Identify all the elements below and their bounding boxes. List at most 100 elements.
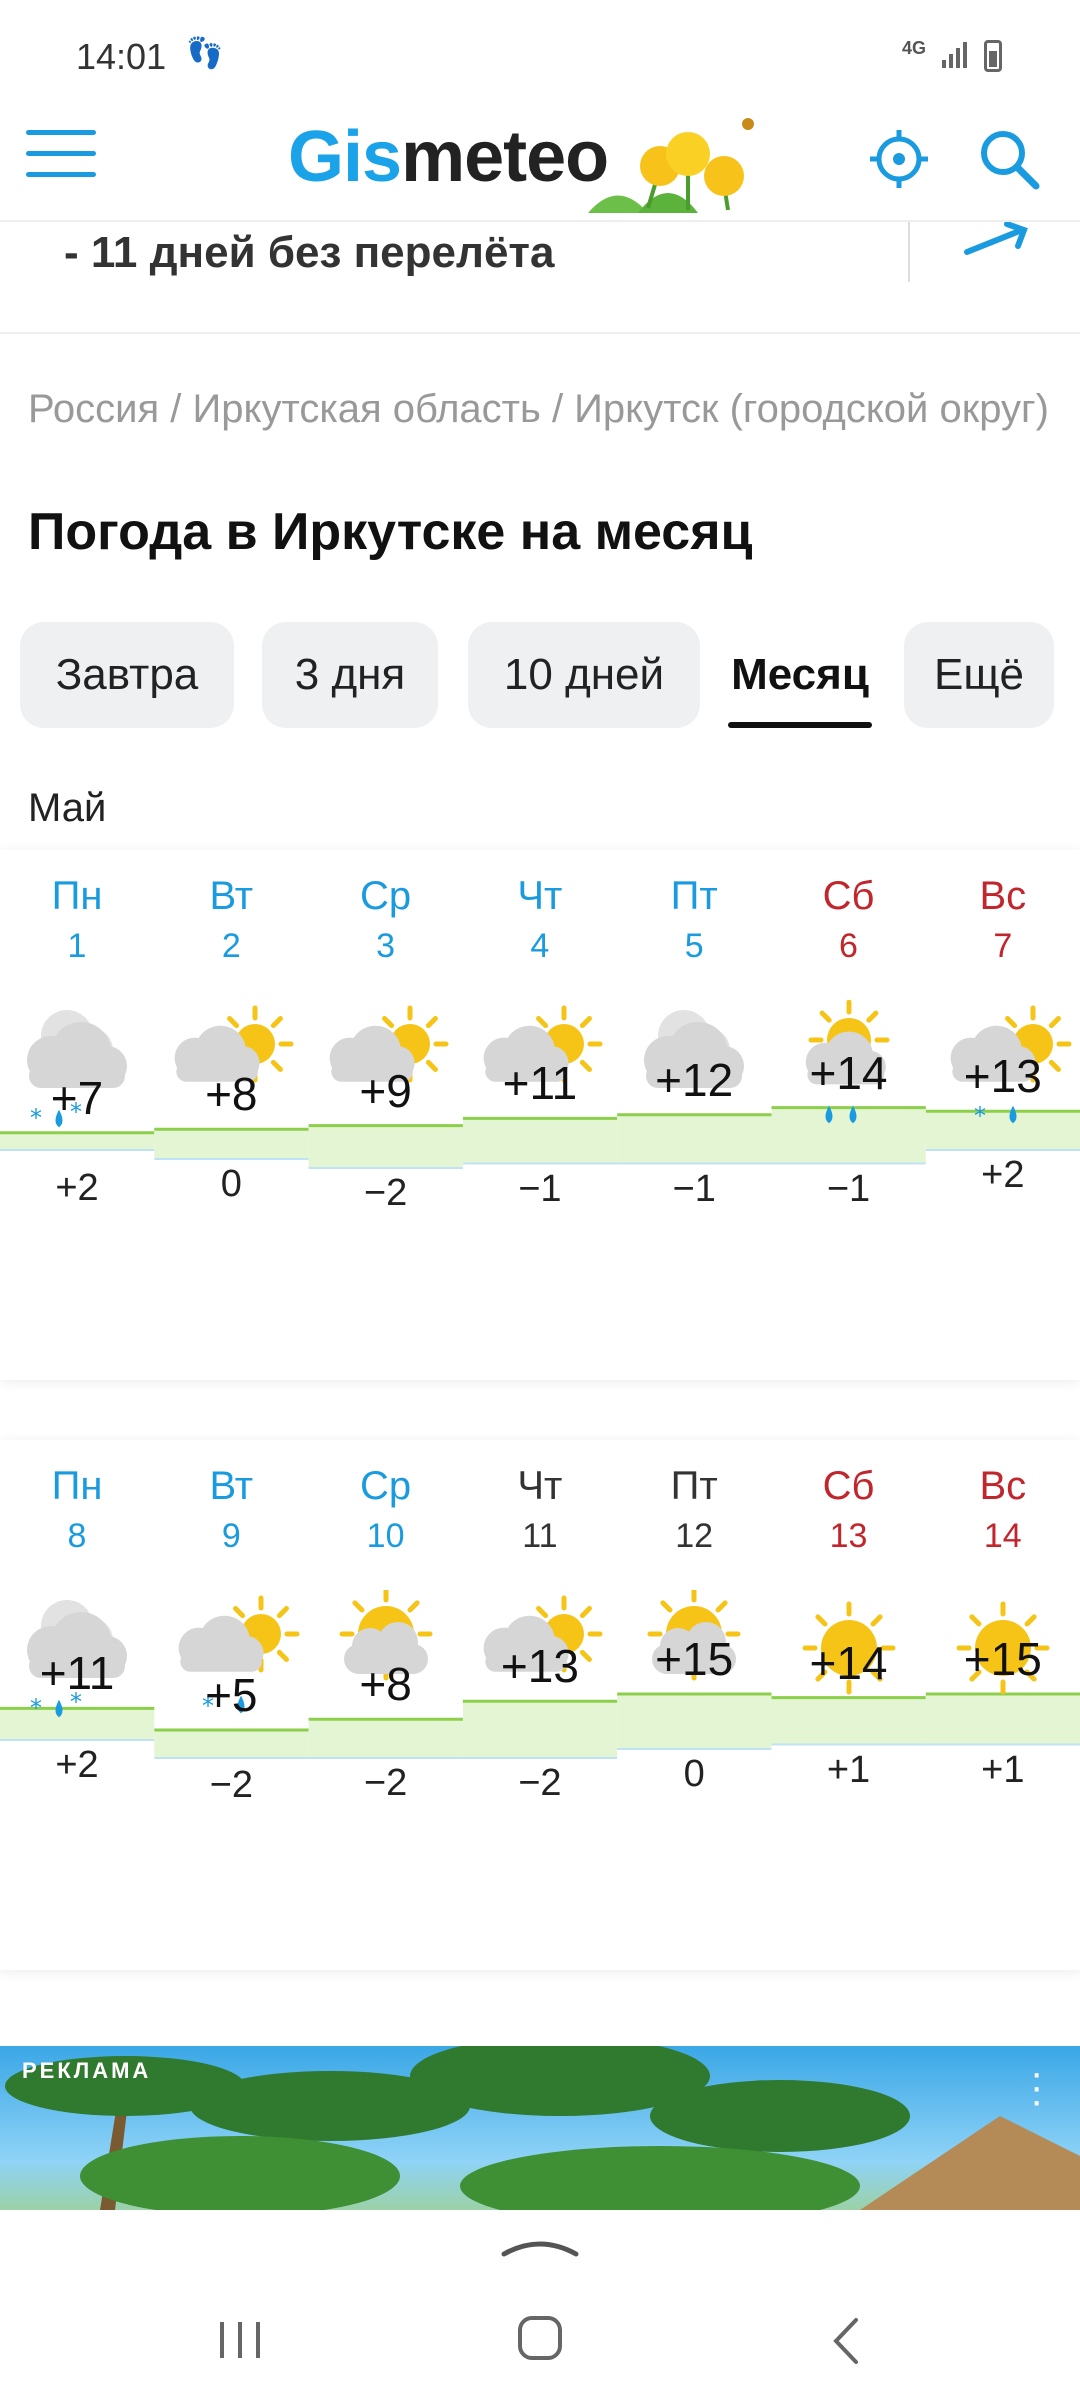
day-name: Вс	[979, 1464, 1027, 1508]
battery-icon	[984, 40, 1002, 72]
temp-min: −2	[363, 1172, 408, 1214]
temp-min: −1	[672, 1167, 716, 1210]
status-bar: 14:01 👣 4G	[0, 0, 1080, 86]
temp-min: −1	[826, 1167, 871, 1210]
day-date: 6	[839, 927, 858, 965]
temp-max: +14	[809, 1046, 888, 1099]
day-column[interactable]: Чт 4 +11 −1	[463, 850, 617, 1210]
day-name: Пн	[51, 874, 103, 918]
temp-min: −1	[518, 1167, 562, 1210]
temp-min: +1	[826, 1748, 871, 1791]
day-date: 13	[829, 1517, 868, 1555]
temp-min: +2	[55, 1166, 99, 1209]
day-name: Ср	[360, 874, 412, 918]
promo-banner[interactable]: - 11 дней без перелёта	[0, 222, 1080, 334]
tab-10-days[interactable]: 10 дней	[468, 622, 700, 728]
network-type: 4G	[902, 38, 927, 58]
temp-max: +15	[963, 1633, 1042, 1685]
day-column[interactable]: Вт 9 * +5 −2	[154, 1440, 308, 1806]
day-date: 5	[684, 927, 704, 965]
temp-max: +8	[205, 1068, 258, 1121]
ad-label: РЕКЛАМА	[22, 2058, 152, 2083]
day-name: Пт	[670, 1464, 718, 1508]
tab-more[interactable]: Ещё	[904, 622, 1054, 728]
page-title: Погода в Иркутске на месяц	[28, 503, 753, 561]
day-name: Чт	[517, 1464, 563, 1508]
gismeteo-logo[interactable]: Gismeteo	[288, 116, 609, 198]
temp-max: +12	[655, 1053, 734, 1106]
day-name: Пт	[670, 874, 718, 918]
temp-min: 0	[683, 1753, 705, 1795]
day-date: 1	[67, 927, 87, 965]
day-name: Чт	[517, 874, 563, 918]
tab-3-days[interactable]: 3 дня	[262, 622, 438, 728]
day-column[interactable]: Чт 11 +13 −2	[463, 1440, 617, 1804]
day-name: Сб	[822, 874, 875, 918]
day-name: Сб	[822, 1464, 875, 1508]
temp-min: 0	[220, 1163, 242, 1206]
day-date: 8	[67, 1517, 87, 1555]
day-date: 10	[366, 1517, 405, 1555]
temp-min: −2	[209, 1764, 253, 1806]
system-nav-bar	[0, 2210, 1080, 2400]
day-column[interactable]: Пт 5 +12 −1	[617, 850, 771, 1210]
day-date: 4	[530, 927, 550, 965]
more-options-icon[interactable]: · · ·	[1030, 2053, 1043, 2121]
day-column[interactable]: Вс 7 * +13 +2	[926, 850, 1080, 1196]
temp-min: +2	[55, 1744, 99, 1786]
day-date: 11	[522, 1517, 558, 1555]
day-name: Пн	[51, 1464, 103, 1508]
back-icon[interactable]	[826, 2316, 866, 2366]
day-name: Ср	[360, 1464, 412, 1508]
breadcrumb-text[interactable]: Россия / Иркутская область / Иркутск (го…	[28, 387, 1049, 431]
arrow-right-icon[interactable]	[962, 222, 1032, 262]
temp-max: +15	[655, 1633, 734, 1685]
promo-divider	[908, 222, 910, 282]
temp-min: −2	[518, 1762, 562, 1804]
day-date: 12	[675, 1517, 714, 1555]
tab-month[interactable]: Месяц	[720, 622, 880, 728]
day-column[interactable]: Сб 6 +14 −1	[772, 850, 926, 1210]
day-column[interactable]: Ср 3 +9 −2	[309, 850, 463, 1214]
day-column[interactable]: Пн 1 * * +7 +2	[0, 850, 154, 1209]
app-header: Gismeteo	[0, 90, 1080, 222]
day-date: 2	[221, 927, 241, 965]
day-column[interactable]: Вс 14 +15 +1	[926, 1440, 1080, 1791]
search-icon[interactable]	[978, 128, 1040, 190]
palm-trees-image	[5, 2046, 1080, 2210]
day-column[interactable]: Вт 2 +8 0	[154, 850, 308, 1205]
temp-min: +2	[981, 1154, 1025, 1196]
day-column[interactable]: Ср 10 +8 −2	[309, 1440, 463, 1804]
day-name: Вс	[979, 874, 1027, 918]
day-name: Вт	[209, 1464, 254, 1508]
footsteps-icon: 👣	[186, 37, 224, 70]
temp-max: +9	[359, 1064, 412, 1117]
week-row: Пн 1 * * +7 +2 Вт 2 +8 0 Ср 3 +9 −2 Чт 4 …	[0, 850, 1080, 1380]
logo-gis: Gis	[288, 117, 402, 197]
week-row: Пн 8 * * +11 +2 Вт 9 * +5 −2 Ср 10 +8 −2 …	[0, 1440, 1080, 1970]
chevron-up-icon[interactable]	[500, 2230, 580, 2260]
promo-text: - 11 дней без перелёта	[64, 228, 555, 277]
forecast-tabs: Завтра 3 дня 10 дней Месяц Ещё	[20, 622, 1080, 730]
hamburger-menu-icon[interactable]	[26, 130, 96, 178]
temp-max: +11	[39, 1647, 115, 1700]
temp-max: +13	[963, 1050, 1042, 1103]
ad-banner[interactable]: РЕКЛАМА · · ·	[0, 2046, 1080, 2210]
temp-max: +11	[502, 1057, 578, 1110]
day-column[interactable]: Пт 12 +15 0	[617, 1440, 771, 1795]
location-target-icon[interactable]	[870, 130, 928, 188]
recent-apps-icon[interactable]	[216, 2320, 266, 2360]
day-column[interactable]: Пн 8 * * +11 +2	[0, 1440, 154, 1786]
home-button-icon[interactable]	[518, 2316, 562, 2360]
temp-max: +8	[359, 1658, 412, 1711]
temp-max: +7	[50, 1071, 104, 1124]
dandelion-flowers-icon	[588, 118, 754, 213]
tab-tomorrow[interactable]: Завтра	[20, 622, 234, 728]
day-column[interactable]: Сб 13 +14 +1	[772, 1440, 926, 1791]
month-label: Май	[28, 786, 107, 830]
day-date: 7	[993, 927, 1013, 965]
temp-min: +1	[981, 1748, 1025, 1791]
signal-icon	[942, 42, 967, 68]
day-date: 3	[376, 927, 396, 965]
breadcrumb[interactable]: Россия / Иркутская область / Иркутск (го…	[28, 384, 1058, 434]
